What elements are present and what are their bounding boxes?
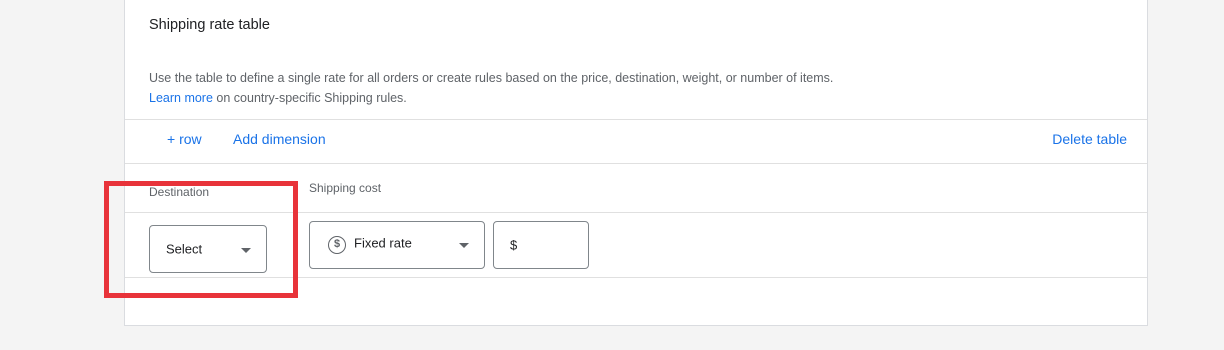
caret-down-icon [241,248,251,253]
add-dimension-button[interactable]: Add dimension [233,131,326,147]
shipping-amount-input[interactable]: $ [493,221,589,269]
card-title: Shipping rate table [149,17,270,33]
divider [125,119,1147,120]
destination-select[interactable]: Select [149,225,267,273]
rate-type-select[interactable]: $ Fixed rate [309,221,485,269]
rate-type-select-value: Fixed rate [354,235,412,251]
destination-select-value: Select [166,241,203,257]
learn-more-line: Learn more on country-specific Shipping … [149,88,833,108]
shipping-rate-table-card: Shipping rate table Use the table to def… [124,0,1148,326]
destination-column-header: Destination [149,185,210,199]
divider [125,277,1147,278]
card-description: Use the table to define a single rate fo… [149,68,833,108]
currency-symbol: $ [510,237,518,253]
shipping-cost-column-header: Shipping cost [309,181,382,195]
learn-more-suffix: on country-specific Shipping rules. [212,91,407,105]
caret-down-icon [459,243,469,248]
add-row-button[interactable]: + row [167,131,202,147]
delete-table-button[interactable]: Delete table [1052,131,1127,147]
description-text: Use the table to define a single rate fo… [149,71,834,85]
divider [125,163,1147,164]
divider [125,212,1147,213]
learn-more-link[interactable]: Learn more [149,91,213,105]
dollar-coin-icon: $ [328,236,346,254]
